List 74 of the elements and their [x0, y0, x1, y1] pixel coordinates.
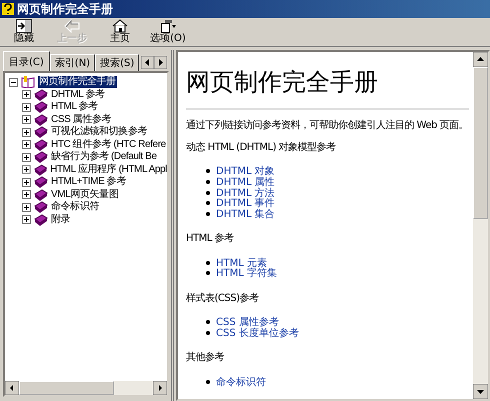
scroll-right-icon[interactable]: [153, 381, 167, 395]
book-icon: [34, 188, 48, 201]
section-heading: 其他参考: [186, 350, 224, 364]
toolbar-button[interactable]: 选项(O): [148, 19, 188, 44]
tree-item[interactable]: HTML 参考: [51, 101, 98, 114]
tree-item[interactable]: 缺省行为参考 (Default Be: [51, 151, 157, 164]
book-icon: [34, 138, 48, 151]
hide-pane-icon: [16, 19, 32, 33]
expand-icon[interactable]: [22, 115, 31, 124]
expand-icon[interactable]: [22, 128, 31, 137]
book-icon: [34, 101, 48, 114]
bullet-icon: [206, 320, 210, 324]
tree-item[interactable]: DHTML 参考: [51, 88, 105, 101]
expand-icon[interactable]: [22, 202, 31, 212]
tree-item[interactable]: 附录: [51, 214, 70, 226]
book-icon: [34, 114, 48, 126]
tree-item[interactable]: 可视化滤镜和切换参考: [51, 126, 148, 138]
back-arrow-icon: [64, 19, 80, 33]
scroll-left-icon[interactable]: [5, 381, 19, 395]
bullet-icon: [206, 380, 210, 384]
book-icon: [34, 201, 48, 214]
expand-icon[interactable]: [22, 165, 31, 174]
book-icon: [34, 214, 48, 226]
tree-item[interactable]: HTC 组件参考 (HTC Refere: [51, 138, 166, 151]
tree-item[interactable]: 命令标识符: [51, 201, 100, 214]
horizontal-scrollbar[interactable]: [5, 381, 167, 395]
tree-item[interactable]: 网页制作完全手册: [38, 76, 117, 88]
book-icon: [34, 164, 48, 176]
help-icon: [2, 3, 14, 15]
tree-item[interactable]: HTML 应用程序 (HTML Appl: [50, 164, 167, 176]
window-title: 网页制作完全手册: [17, 0, 113, 18]
bullet-icon: [206, 212, 210, 216]
bullet-icon: [206, 330, 210, 335]
toolbar-button[interactable]: 隐藏: [4, 19, 44, 44]
expand-icon[interactable]: [22, 90, 31, 100]
expand-icon[interactable]: [22, 178, 31, 187]
tree-item[interactable]: VML网页矢量图: [51, 188, 118, 201]
book-icon: [34, 151, 48, 164]
section-heading: 样式表(CSS)参考: [186, 292, 258, 305]
section-heading: 动态 HTML (DHTML) 对象模型参考: [186, 140, 336, 154]
expand-icon[interactable]: [22, 215, 31, 224]
scroll-right-icon[interactable]: [154, 56, 168, 69]
section-heading: HTML 参考: [186, 232, 234, 246]
open-book-icon: [21, 76, 35, 88]
collapse-icon[interactable]: [9, 78, 18, 87]
scroll-down-icon[interactable]: [473, 384, 488, 399]
toolbar-button[interactable]: 主页: [100, 19, 140, 44]
reference-link[interactable]: CSS 长度单位参考: [216, 326, 299, 340]
intro-paragraph: 通过下列链接访问参考资料，可帮助你创建引人注目的 Web 页面。: [186, 118, 468, 132]
expand-icon[interactable]: [22, 140, 31, 150]
bullet-icon: [206, 169, 210, 174]
bullet-icon: [206, 260, 210, 265]
expand-icon[interactable]: [22, 190, 31, 200]
tab[interactable]: 索引(N): [50, 54, 96, 71]
book-icon: [34, 126, 48, 138]
book-icon: [34, 88, 48, 101]
page-heading: 网页制作完全手册: [186, 67, 379, 98]
tab[interactable]: 目录(C): [3, 51, 50, 71]
bullet-icon: [206, 271, 210, 276]
bullet-icon: [206, 201, 210, 206]
vertical-scrollbar[interactable]: [473, 52, 488, 399]
bullet-icon: [206, 180, 210, 184]
reference-link[interactable]: HTML 字符集: [216, 266, 278, 280]
reference-link[interactable]: 命令标识符: [216, 374, 266, 389]
bullet-icon: [206, 190, 210, 195]
expand-icon[interactable]: [22, 152, 31, 162]
expand-icon[interactable]: [22, 102, 31, 112]
tree-item[interactable]: CSS 属性参考: [51, 114, 112, 126]
scroll-left-icon[interactable]: [141, 56, 154, 69]
scroll-up-icon[interactable]: [473, 52, 488, 67]
home-icon: [112, 19, 128, 33]
options-icon: [160, 19, 176, 33]
book-icon: [34, 176, 48, 188]
tree-item[interactable]: HTML+TIME 参考: [51, 176, 126, 188]
